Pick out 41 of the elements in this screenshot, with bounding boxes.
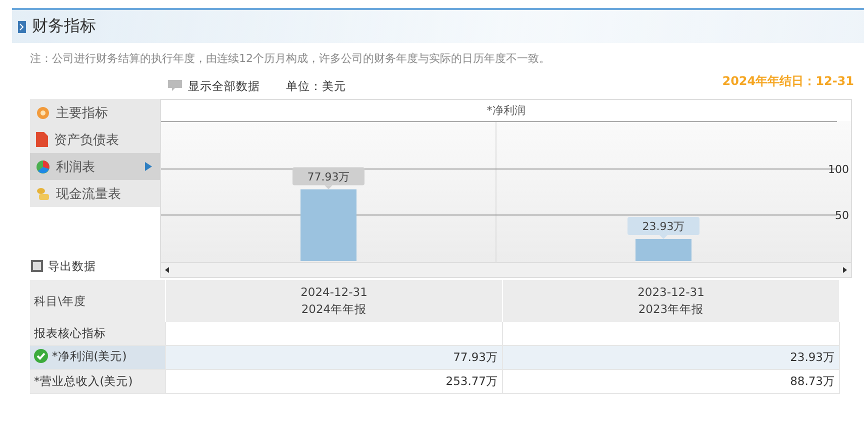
table-cell: 23.93万 xyxy=(502,346,840,370)
bar xyxy=(300,189,356,261)
comment-icon xyxy=(168,80,182,92)
gear-icon xyxy=(36,106,50,120)
show-all-link[interactable]: 显示全部数据 xyxy=(188,78,260,94)
value-tooltip: 23.93万 xyxy=(628,216,700,239)
row-label: *营业总收入(美元) xyxy=(30,370,166,394)
table-cell: 77.93万 xyxy=(166,346,502,370)
left-arrow-icon xyxy=(165,267,169,274)
sidebar-item[interactable]: 主要指标 xyxy=(30,99,160,126)
note-text: 注：公司进行财务结算的执行年度，由连续12个历月构成，许多公司的财务年度与实际的日历年度不一致。 xyxy=(29,51,551,67)
bar xyxy=(636,238,692,261)
export-link[interactable]: 导出数据 xyxy=(48,258,96,274)
sidebar-item[interactable]: 资产负债表 xyxy=(30,126,160,153)
data-label: 77.93万 xyxy=(307,170,350,184)
section-title: 财务指标 xyxy=(32,16,96,37)
row-label: 报表核心指标 xyxy=(30,322,166,346)
table-cell: 88.73万 xyxy=(502,370,840,394)
value-tooltip: 77.93万 xyxy=(292,167,364,190)
axis-tick-label: 100 xyxy=(828,162,849,176)
axis-tick-label: 50 xyxy=(835,208,849,222)
sidebar-item[interactable]: 现金流量表 xyxy=(30,180,160,207)
right-arrow-icon xyxy=(843,267,847,274)
row-label: *净利润(美元) xyxy=(30,346,166,370)
chevron-icon xyxy=(18,20,26,32)
sidebar-item[interactable]: 利润表 xyxy=(30,153,160,180)
year-end-label: 2024年年结日：12-31 xyxy=(722,72,854,90)
check-icon xyxy=(34,349,48,364)
document-icon xyxy=(36,132,48,147)
unit-label: 单位：美元 xyxy=(286,78,346,94)
data-label: 23.93万 xyxy=(642,220,685,233)
column-header: 2024-12-31 2024年年报 xyxy=(166,280,502,322)
export-icon xyxy=(30,259,44,273)
chart-title: *净利润 xyxy=(486,102,526,119)
pie-chart-icon xyxy=(36,160,50,174)
column-header: 2023-12-31 2023年年报 xyxy=(502,280,840,322)
coins-icon xyxy=(36,186,50,200)
caret-icon xyxy=(145,162,152,171)
scrollbar[interactable] xyxy=(161,262,851,277)
column-header: 科目\年度 xyxy=(30,280,166,322)
table-cell: 253.77万 xyxy=(166,370,502,394)
